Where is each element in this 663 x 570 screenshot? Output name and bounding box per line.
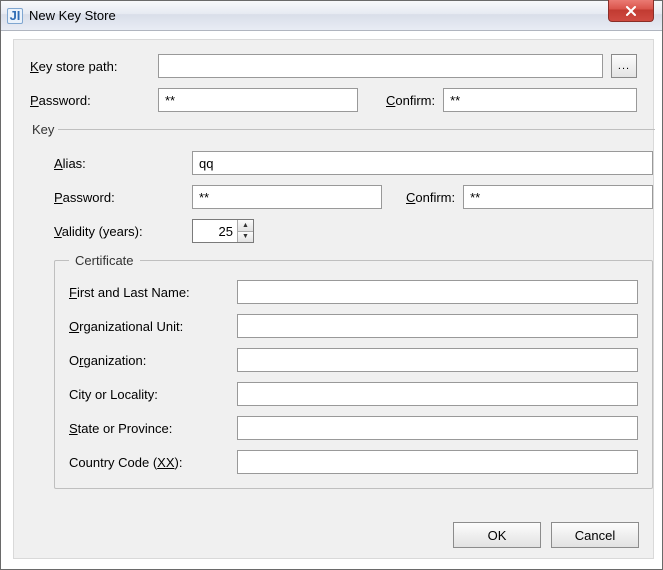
close-button[interactable] [608,0,654,22]
key-legend: Key [28,122,58,137]
key-group: Key Alias: Password: Confirm: Validity (… [30,122,655,489]
dialog-window: JI New Key Store Key store path: ... Pas… [0,0,663,570]
app-icon: JI [7,8,23,24]
ou-label: Organizational Unit: [69,319,229,334]
validity-stepper[interactable]: ▲ ▼ [192,219,254,243]
city-label: City or Locality: [69,387,229,402]
country-label: Country Code (XX): [69,455,229,470]
key-password-label: Password: [54,190,184,205]
spinner: ▲ ▼ [237,220,253,242]
keystore-password-label: Password: [30,93,150,108]
dialog-content: Key store path: ... Password: Confirm: K… [13,39,654,559]
keystore-confirm-label: Confirm: [386,93,435,108]
spinner-down[interactable]: ▼ [238,232,253,243]
certificate-legend: Certificate [69,253,140,268]
keystore-password-input[interactable] [158,88,358,112]
first-last-label: First and Last Name: [69,285,229,300]
country-input[interactable] [237,450,638,474]
validity-label: Validity (years): [54,224,184,239]
alias-input[interactable] [192,151,653,175]
browse-button[interactable]: ... [611,54,637,78]
alias-label: Alias: [54,156,184,171]
first-last-input[interactable] [237,280,638,304]
window-title: New Key Store [29,8,116,23]
button-bar: OK Cancel [453,522,639,548]
city-input[interactable] [237,382,638,406]
state-label: State or Province: [69,421,229,436]
validity-input[interactable] [193,220,237,242]
close-icon [625,6,637,16]
certificate-group: Certificate First and Last Name: Organiz… [54,253,653,489]
state-input[interactable] [237,416,638,440]
ou-input[interactable] [237,314,638,338]
title-bar[interactable]: JI New Key Store [1,1,662,31]
keystore-path-label: Key store path: [30,59,150,74]
key-password-input[interactable] [192,185,382,209]
org-input[interactable] [237,348,638,372]
key-confirm-label: Confirm: [406,190,455,205]
org-label: Organization: [69,353,229,368]
cancel-button[interactable]: Cancel [551,522,639,548]
ok-button[interactable]: OK [453,522,541,548]
keystore-path-input[interactable] [158,54,603,78]
key-confirm-input[interactable] [463,185,653,209]
keystore-confirm-input[interactable] [443,88,637,112]
spinner-up[interactable]: ▲ [238,220,253,232]
